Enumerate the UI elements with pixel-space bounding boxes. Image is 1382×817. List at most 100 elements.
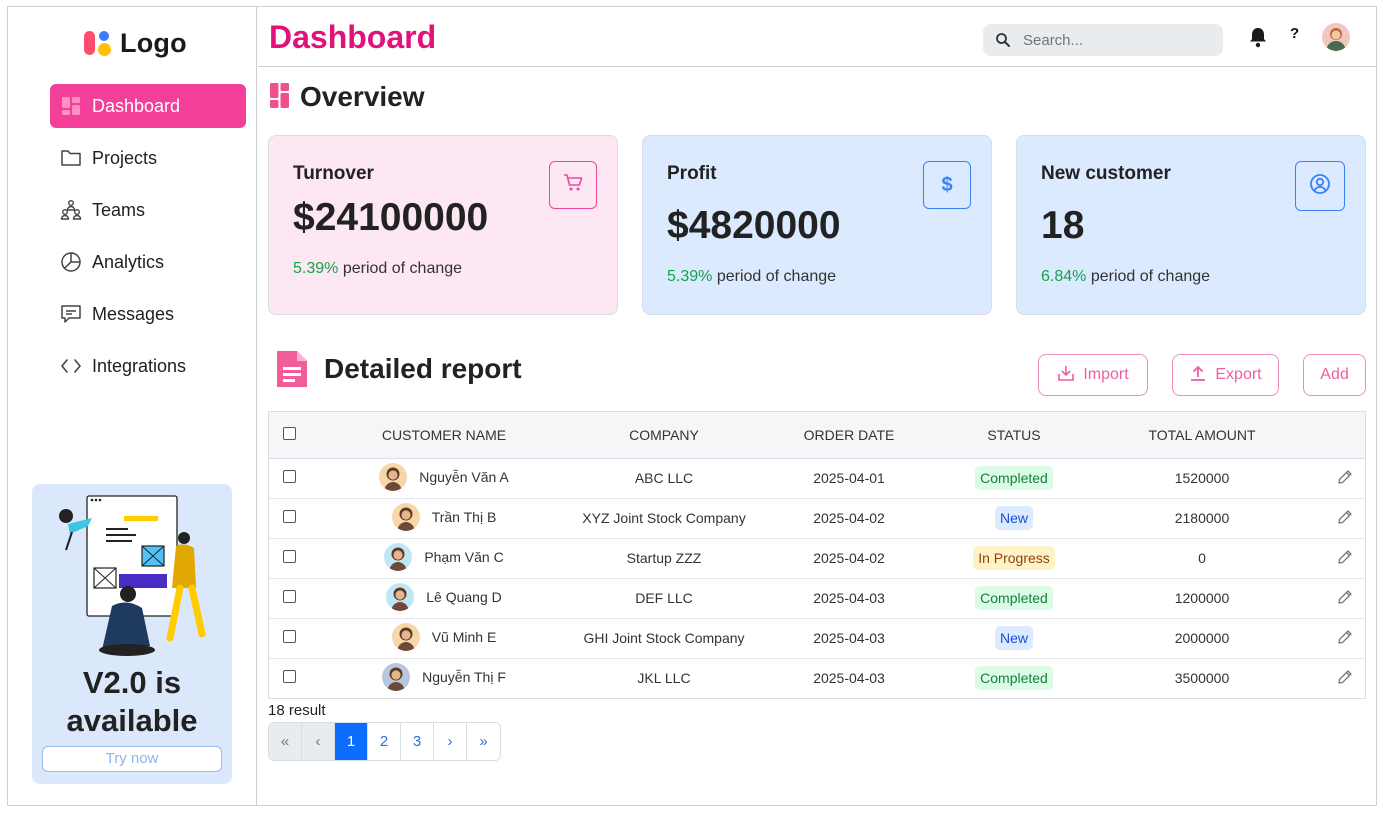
dollar-icon: $ [941,173,953,196]
report-heading: Detailed report [274,349,522,389]
try-now-button[interactable]: Try now [42,746,222,772]
teams-icon [60,199,82,221]
customer-avatar [391,502,420,531]
report-title: Detailed report [324,353,522,384]
bell-icon[interactable] [1248,26,1268,48]
stat-card-turnover: Turnover $24100000 5.39% period of chang… [268,135,618,315]
sidebar-item-projects[interactable]: Projects [50,136,246,180]
prev-page-button[interactable]: ‹ [302,723,335,760]
stat-card-new-customer: New customer 18 6.84% period of change [1016,135,1366,315]
import-button[interactable]: Import [1038,354,1148,396]
row-checkbox[interactable] [282,510,296,523]
table-row[interactable]: Trần Thị B XYZ Joint Stock Company 2025-04… [269,498,1365,538]
card-change: 5.39% period of change [293,260,462,278]
total-amount-cell: 1520000 [1174,470,1230,486]
change-text: period of change [342,260,463,277]
search-icon [995,32,1011,48]
cart-button[interactable] [549,161,597,209]
sidebar-item-dashboard[interactable]: Dashboard [50,84,246,128]
customer-avatar [384,542,413,571]
order-date-cell: 2025-04-02 [813,550,885,566]
edit-pencil-icon[interactable] [1337,589,1353,605]
row-checkbox[interactable] [282,630,296,643]
status-badge: Completed [975,666,1053,691]
add-button[interactable]: Add [1303,354,1366,396]
report-table: CUSTOMER NAME COMPANY ORDER DATE STATUS … [268,411,1366,699]
next-page-button[interactable]: › [434,723,467,760]
sidebar-item-label: Projects [92,147,158,168]
edit-pencil-icon[interactable] [1337,629,1353,645]
customer-name: Nguyễn Thị F [422,668,506,685]
code-icon [60,355,82,377]
customer-name: Lê Quang D [426,588,502,605]
column-header[interactable]: STATUS [949,412,1079,459]
change-text: period of change [1090,268,1211,285]
last-page-button[interactable]: » [467,723,500,760]
logo-mark-icon [84,27,114,59]
table-row[interactable]: Nguyễn Thị F JKL LLC 2025-04-03 Completed 35… [269,658,1365,698]
dollar-button[interactable]: $ [923,161,971,209]
sidebar-item-analytics[interactable]: Analytics [50,240,246,284]
import-icon [1057,364,1075,387]
select-all-checkbox[interactable] [282,426,296,440]
document-icon [274,349,310,389]
order-date-cell: 2025-04-01 [813,470,885,486]
search-input[interactable] [1023,31,1213,49]
sidebar-item-label: Analytics [92,251,165,272]
sidebar-item-label: Teams [92,199,146,220]
page-1-button[interactable]: 1 [335,723,368,760]
row-checkbox[interactable] [282,670,296,684]
card-title: Turnover [293,163,374,184]
search-box[interactable] [983,24,1223,56]
sidebar-item-label: Messages [92,303,175,324]
column-header[interactable]: CUSTOMER NAME [309,412,579,459]
table-row[interactable]: Lê Quang D DEF LLC 2025-04-03 Completed 1200… [269,578,1365,618]
help-icon[interactable]: ? [1290,25,1299,42]
user-avatar[interactable] [1322,23,1350,51]
change-percent: 5.39% [667,268,713,285]
customer-avatar [386,582,415,611]
table-row[interactable]: Phạm Văn C Startup ZZZ 2025-04-02 In Progre… [269,538,1365,578]
customer-cell: Lê Quang D [386,582,502,611]
user-circle-icon [1309,173,1331,200]
logo-text: Logo [120,27,187,58]
column-header[interactable]: TOTAL AMOUNT [1079,412,1325,459]
order-date-cell: 2025-04-03 [813,630,885,646]
row-checkbox[interactable] [282,550,296,563]
table-row[interactable]: Vũ Minh E GHI Joint Stock Company 2025-04-… [269,618,1365,658]
company-cell: JKL LLC [637,670,691,687]
column-header[interactable]: ORDER DATE [749,412,949,459]
export-label: Export [1215,366,1262,383]
card-change: 6.84% period of change [1041,268,1210,286]
export-button[interactable]: Export [1172,354,1279,396]
edit-pencil-icon[interactable] [1337,669,1353,685]
company-cell: DEF LLC [635,590,693,606]
sidebar: Logo Dashboard Projects Teams Analytics … [8,7,257,805]
column-header[interactable]: COMPANY [579,412,749,459]
user-button[interactable] [1295,161,1345,211]
order-date-cell: 2025-04-02 [813,510,885,526]
change-text: period of change [716,268,837,285]
card-change: 5.39% period of change [667,268,836,286]
customer-cell: Vũ Minh E [391,622,496,651]
table-row[interactable]: Nguyễn Văn A ABC LLC 2025-04-01 Completed 15… [269,458,1365,498]
edit-pencil-icon[interactable] [1337,469,1353,485]
sidebar-item-messages[interactable]: Messages [50,292,246,336]
customer-avatar [382,662,411,691]
customer-name: Trần Thị B [431,508,497,525]
page-3-button[interactable]: 3 [401,723,434,760]
sidebar-item-teams[interactable]: Teams [50,188,246,232]
sidebar-item-label: Integrations [92,355,187,376]
top-header: Dashboard ? [258,7,1376,67]
page-2-button[interactable]: 2 [368,723,401,760]
edit-pencil-icon[interactable] [1337,549,1353,565]
status-badge: New [994,626,1033,650]
row-checkbox[interactable] [282,590,296,603]
customer-avatar [379,462,408,491]
sidebar-item-integrations[interactable]: Integrations [50,344,246,388]
logo[interactable]: Logo [84,27,187,59]
order-date-cell: 2025-04-03 [813,670,885,687]
edit-pencil-icon[interactable] [1337,509,1353,525]
first-page-button[interactable]: « [269,723,302,760]
row-checkbox[interactable] [282,470,296,483]
